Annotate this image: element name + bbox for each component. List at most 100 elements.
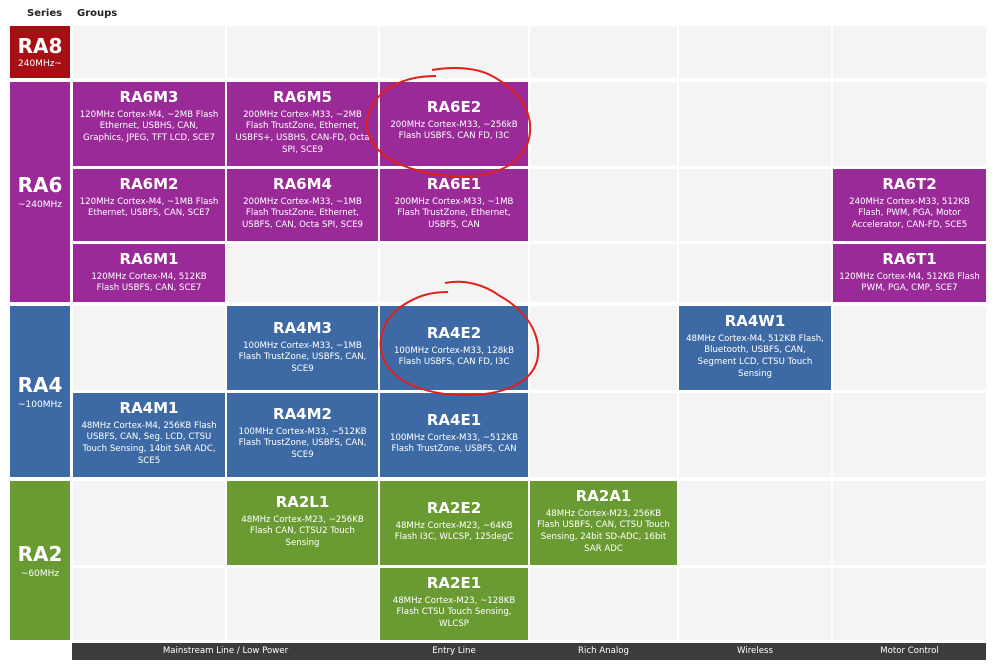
product-card-ra2a1[interactable]: RA2A1 48MHz Cortex-M23, 256KB Flash USBF… [530, 481, 677, 565]
series-ra2: RA2 ~60MHz [10, 481, 70, 640]
series-ra4: RA4 ~100MHz [10, 306, 70, 477]
empty-cell [530, 169, 677, 241]
product-title: RA6T2 [882, 175, 937, 193]
empty-cell [833, 82, 986, 166]
product-description: 48MHz Cortex-M23, ~128KB Flash CTSU Touc… [392, 595, 516, 629]
product-title: RA2A1 [575, 487, 632, 505]
product-title: RA4E2 [426, 324, 482, 342]
product-title: RA6T1 [882, 250, 937, 268]
product-card-ra6e2[interactable]: RA6E2 200MHz Cortex-M33, ~256kB Flash US… [380, 82, 528, 166]
empty-cell [530, 568, 677, 640]
group-label-wireless: Wireless [737, 646, 773, 656]
empty-cell [833, 393, 986, 477]
product-description: 200MHz Cortex-M33, ~1MB Flash TrustZone,… [394, 196, 514, 230]
empty-cell [530, 244, 677, 302]
product-description: 200MHz Cortex-M33, ~256kB Flash USBFS, C… [390, 119, 518, 142]
product-description: 100MHz Cortex-M33, ~512KB Flash TrustZon… [390, 432, 518, 455]
product-description: 120MHz Cortex-M4, 512KB Flash USBFS, CAN… [91, 271, 207, 294]
empty-cell [227, 244, 378, 302]
product-title: RA6M5 [273, 88, 332, 106]
empty-cell [679, 481, 831, 565]
group-label-motor-control: Motor Control [880, 646, 939, 656]
product-card-ra6e1[interactable]: RA6E1 200MHz Cortex-M33, ~1MB Flash Trus… [380, 169, 528, 241]
product-title: RA6M1 [119, 250, 179, 268]
product-title: RA6M2 [119, 175, 179, 193]
series-frequency: 240MHz~ [18, 59, 62, 69]
product-description: 120MHz Cortex-M4, ~2MB Flash Ethernet, U… [79, 109, 219, 143]
product-description: 48MHz Cortex-M23, ~64KB Flash I3C, WLCSP… [394, 520, 514, 543]
empty-cell [380, 244, 528, 302]
product-description: 100MHz Cortex-M33, ~1MB Flash TrustZone,… [238, 340, 367, 374]
product-card-ra4m3[interactable]: RA4M3 100MHz Cortex-M33, ~1MB Flash Trus… [227, 306, 378, 390]
series-frequency: ~60MHz [20, 568, 60, 579]
product-description: 240MHz Cortex-M33, 512KB Flash, PWM, PGA… [849, 196, 970, 230]
series-name: RA2 [17, 541, 63, 566]
product-grid: RA8 240MHz~ RA6 ~240MHz RA4 ~100MHz RA2 … [0, 0, 994, 669]
product-title: RA4M1 [119, 399, 179, 417]
product-card-ra2l1[interactable]: RA2L1 48MHz Cortex-M23, ~256KB Flash CAN… [227, 481, 378, 565]
product-description: 48MHz Cortex-M4, 512KB Flash, Bluetooth,… [686, 333, 824, 379]
product-description: 100MHz Cortex-M33, 128kB Flash USBFS, CA… [393, 345, 515, 368]
empty-cell [380, 26, 528, 78]
empty-cell [227, 568, 378, 640]
product-description: 100MHz Cortex-M33, ~512KB Flash TrustZon… [238, 426, 367, 460]
empty-cell [833, 568, 986, 640]
product-description: 48MHz Cortex-M4, 256KB Flash USBFS, CAN,… [81, 420, 217, 466]
product-title: RA6M4 [273, 175, 332, 193]
product-card-ra6m2[interactable]: RA6M2 120MHz Cortex-M4, ~1MB Flash Ether… [73, 169, 225, 241]
empty-cell [73, 568, 225, 640]
product-card-ra6m1[interactable]: RA6M1 120MHz Cortex-M4, 512KB Flash USBF… [73, 244, 225, 302]
product-card-ra4e1[interactable]: RA4E1 100MHz Cortex-M33, ~512KB Flash Tr… [380, 393, 528, 477]
product-card-ra2e1[interactable]: RA2E1 48MHz Cortex-M23, ~128KB Flash CTS… [380, 568, 528, 640]
empty-cell [833, 481, 986, 565]
product-card-ra6t2[interactable]: RA6T2 240MHz Cortex-M33, 512KB Flash, PW… [833, 169, 986, 241]
empty-cell [679, 244, 831, 302]
product-title: RA2E1 [426, 574, 482, 592]
product-title: RA4M2 [273, 405, 332, 423]
series-ra6: RA6 ~240MHz [10, 82, 70, 302]
series-frequency: ~100MHz [18, 399, 62, 410]
empty-cell [679, 568, 831, 640]
empty-cell [530, 393, 677, 477]
empty-cell [530, 26, 677, 78]
product-card-ra4e2[interactable]: RA4E2 100MHz Cortex-M33, 128kB Flash USB… [380, 306, 528, 390]
series-ra8: RA8 240MHz~ [10, 26, 70, 78]
product-card-ra4m1[interactable]: RA4M1 48MHz Cortex-M4, 256KB Flash USBFS… [73, 393, 225, 477]
empty-cell [227, 26, 378, 78]
product-description: 120MHz Cortex-M4, 512KB Flash PWM, PGA, … [839, 271, 980, 294]
product-card-ra4w1[interactable]: RA4W1 48MHz Cortex-M4, 512KB Flash, Blue… [679, 306, 831, 390]
product-description: 120MHz Cortex-M4, ~1MB Flash Ethernet, U… [79, 196, 219, 219]
series-name: RA6 [17, 173, 63, 197]
product-card-ra4m2[interactable]: RA4M2 100MHz Cortex-M33, ~512KB Flash Tr… [227, 393, 378, 477]
group-label-mainstream: Mainstream Line / Low Power [162, 646, 289, 656]
product-card-ra2e2[interactable]: RA2E2 48MHz Cortex-M23, ~64KB Flash I3C,… [380, 481, 528, 565]
product-title: RA6E2 [426, 98, 482, 116]
empty-cell [679, 26, 831, 78]
empty-cell [679, 393, 831, 477]
product-title: RA4E1 [426, 411, 482, 429]
product-card-ra6m3[interactable]: RA6M3 120MHz Cortex-M4, ~2MB Flash Ether… [73, 82, 225, 166]
product-title: RA4W1 [724, 312, 786, 330]
product-description: 200MHz Cortex-M33, ~2MB Flash TrustZone,… [235, 109, 370, 155]
product-title: RA6E1 [426, 175, 482, 193]
empty-cell [833, 26, 986, 78]
product-card-ra6t1[interactable]: RA6T1 120MHz Cortex-M4, 512KB Flash PWM,… [833, 244, 986, 302]
empty-cell [833, 306, 986, 390]
product-title: RA6M3 [119, 88, 179, 106]
product-card-ra6m5[interactable]: RA6M5 200MHz Cortex-M33, ~2MB Flash Trus… [227, 82, 378, 166]
product-description: 48MHz Cortex-M23, ~256KB Flash CAN, CTSU… [241, 514, 364, 548]
group-label-entry: Entry Line [432, 646, 476, 656]
product-description: 200MHz Cortex-M33, ~1MB Flash TrustZone,… [242, 196, 363, 230]
product-title: RA2L1 [275, 493, 330, 511]
product-card-ra6m4[interactable]: RA6M4 200MHz Cortex-M33, ~1MB Flash Trus… [227, 169, 378, 241]
empty-cell [73, 26, 225, 78]
product-title: RA4M3 [273, 319, 332, 337]
product-description: 48MHz Cortex-M23, 256KB Flash USBFS, CAN… [537, 508, 670, 554]
empty-cell [73, 306, 225, 390]
empty-cell [530, 82, 677, 166]
empty-cell [679, 169, 831, 241]
series-frequency: ~240MHz [18, 200, 62, 210]
empty-cell [73, 481, 225, 565]
empty-cell [530, 306, 677, 390]
empty-cell [679, 82, 831, 166]
